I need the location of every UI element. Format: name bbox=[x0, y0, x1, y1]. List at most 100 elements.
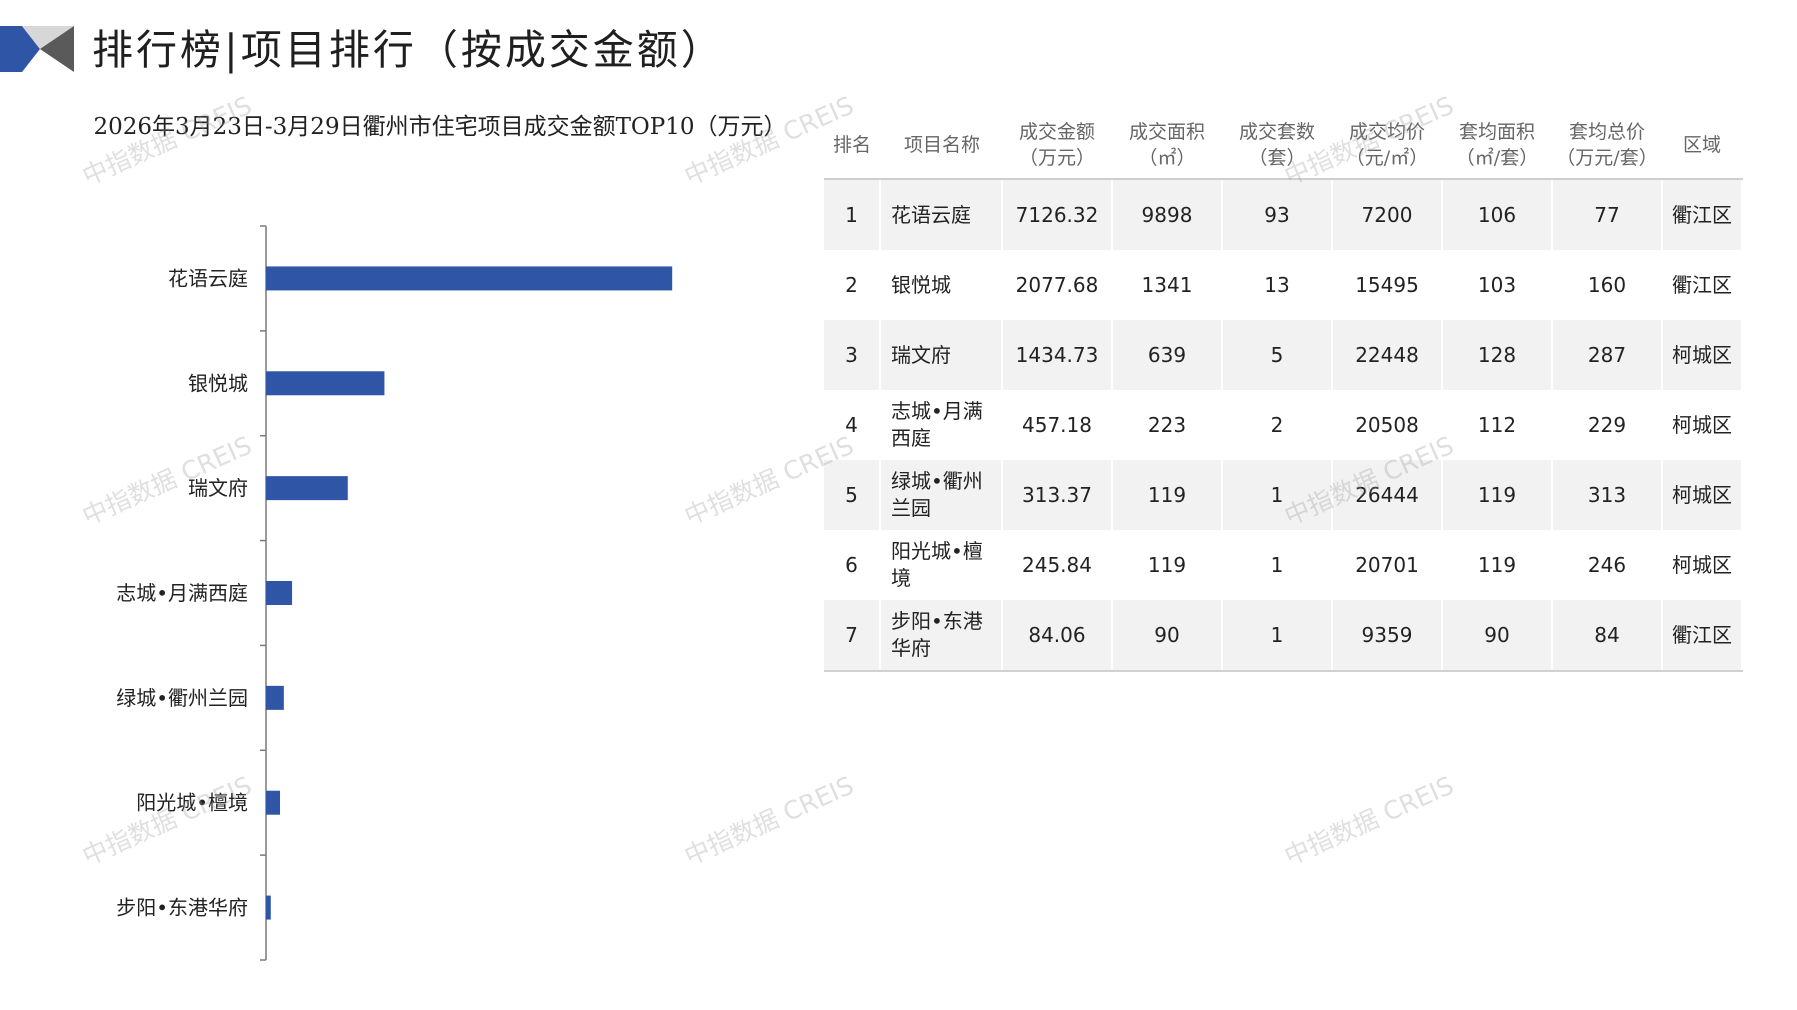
table-row: 1 花语云庭 7126.32 9898 93 7200 106 77 衢江区 bbox=[824, 179, 1743, 250]
column-header: 区域 bbox=[1662, 112, 1742, 180]
cell-area: 223 bbox=[1112, 390, 1223, 460]
column-header-line1: 成交均价 bbox=[1348, 121, 1425, 143]
cell-region: 衢江区 bbox=[1662, 179, 1743, 250]
category-label: 花语云庭 bbox=[168, 266, 248, 290]
column-header: 套均总价 （万元/套） bbox=[1552, 112, 1662, 180]
column-header-unit: （套） bbox=[1248, 147, 1306, 169]
cell-amount: 457.18 bbox=[1002, 390, 1113, 460]
cell-amount: 7126.32 bbox=[1002, 179, 1113, 250]
column-header-unit: （万元） bbox=[1018, 147, 1095, 169]
column-header-unit: （㎡） bbox=[1138, 147, 1196, 169]
bar-chart: 花语云庭银悦城瑞文府志城•月满西庭绿城•衢州兰园阳光城•檀境步阳•东港华府 bbox=[116, 225, 673, 961]
cell-avg-total: 160 bbox=[1552, 250, 1663, 320]
cell-avg-total: 229 bbox=[1552, 390, 1663, 460]
cell-units: 93 bbox=[1222, 179, 1333, 250]
category-label: 绿城•衢州兰园 bbox=[116, 686, 248, 710]
cell-region: 柯城区 bbox=[1662, 390, 1743, 460]
category-label: 步阳•东港华府 bbox=[116, 896, 248, 920]
column-header: 排名 bbox=[824, 112, 880, 180]
cell-avg-area: 103 bbox=[1442, 250, 1553, 320]
cell-avg-total: 313 bbox=[1552, 460, 1663, 530]
cell-avg-total: 84 bbox=[1552, 600, 1663, 672]
cell-rank: 7 bbox=[824, 600, 881, 672]
cell-name: 阳光城•檀境 bbox=[880, 530, 1003, 600]
cell-region: 柯城区 bbox=[1662, 320, 1743, 390]
cell-avg-area: 90 bbox=[1442, 600, 1553, 672]
cell-rank: 3 bbox=[824, 320, 881, 390]
cell-avg-area: 119 bbox=[1442, 530, 1553, 600]
cell-avg-total: 287 bbox=[1552, 320, 1663, 390]
table-row: 7 步阳•东港华府 84.06 90 1 9359 90 84 衢江区 bbox=[824, 600, 1743, 672]
column-header-line1: 区域 bbox=[1682, 134, 1721, 156]
cell-region: 衢江区 bbox=[1662, 250, 1743, 320]
cell-rank: 4 bbox=[824, 390, 881, 460]
cell-avg-area: 106 bbox=[1442, 179, 1553, 250]
cell-units: 1 bbox=[1222, 460, 1333, 530]
column-header: 项目名称 bbox=[880, 112, 1002, 180]
cell-avg-price: 20701 bbox=[1332, 530, 1443, 600]
cell-name: 步阳•东港华府 bbox=[880, 600, 1003, 672]
cell-amount: 84.06 bbox=[1002, 600, 1113, 672]
cell-avg-area: 119 bbox=[1442, 460, 1553, 530]
bar-3 bbox=[266, 476, 348, 501]
watermark-text: 中指数据 CREIS bbox=[1280, 770, 1458, 872]
cell-amount: 1434.73 bbox=[1002, 320, 1113, 390]
bar-2 bbox=[266, 371, 385, 396]
bar-5 bbox=[266, 685, 284, 710]
category-label: 阳光城•檀境 bbox=[136, 791, 248, 815]
cell-avg-price: 7200 bbox=[1332, 179, 1443, 250]
column-header: 成交金额 （万元） bbox=[1002, 112, 1112, 180]
cell-area: 9898 bbox=[1112, 179, 1223, 250]
column-header-unit: （万元/套） bbox=[1556, 147, 1658, 169]
cell-avg-total: 77 bbox=[1552, 179, 1663, 250]
cell-area: 119 bbox=[1112, 460, 1223, 530]
cell-region: 柯城区 bbox=[1662, 460, 1743, 530]
ranking-table: 排名 项目名称 成交金额 （万元） 成交面积 （㎡） 成交套数 （套） 成交均价 （元/㎡） 套均面… bbox=[824, 112, 1743, 672]
category-label: 瑞文府 bbox=[188, 476, 248, 500]
cell-amount: 2077.68 bbox=[1002, 250, 1113, 320]
bar-6 bbox=[266, 790, 281, 815]
cell-units: 13 bbox=[1222, 250, 1333, 320]
column-header-line1: 排名 bbox=[832, 134, 871, 156]
table-row: 3 瑞文府 1434.73 639 5 22448 128 287 柯城区 bbox=[824, 320, 1743, 390]
cell-name: 银悦城 bbox=[880, 250, 1003, 320]
table-row: 5 绿城•衢州兰园 313.37 119 1 26444 119 313 柯城区 bbox=[824, 460, 1743, 530]
cell-amount: 245.84 bbox=[1002, 530, 1113, 600]
cell-region: 柯城区 bbox=[1662, 530, 1743, 600]
table-row: 2 银悦城 2077.68 1341 13 15495 103 160 衢江区 bbox=[824, 250, 1743, 320]
cell-rank: 1 bbox=[824, 179, 881, 250]
column-header: 成交面积 （㎡） bbox=[1112, 112, 1222, 180]
cell-name: 绿城•衢州兰园 bbox=[880, 460, 1003, 530]
cell-avg-price: 9359 bbox=[1332, 600, 1443, 672]
cell-units: 1 bbox=[1222, 530, 1333, 600]
cell-area: 639 bbox=[1112, 320, 1223, 390]
cell-units: 5 bbox=[1222, 320, 1333, 390]
cell-amount: 313.37 bbox=[1002, 460, 1113, 530]
cell-name: 瑞文府 bbox=[880, 320, 1003, 390]
cell-region: 衢江区 bbox=[1662, 600, 1743, 672]
column-header-line1: 套均面积 bbox=[1458, 121, 1535, 143]
column-header: 套均面积 （㎡/套） bbox=[1442, 112, 1552, 180]
cell-avg-total: 246 bbox=[1552, 530, 1663, 600]
column-header-line1: 成交金额 bbox=[1018, 121, 1095, 143]
column-header: 成交套数 （套） bbox=[1222, 112, 1332, 180]
column-header-line1: 项目名称 bbox=[904, 134, 981, 156]
bar-4 bbox=[266, 581, 293, 605]
bar-1 bbox=[266, 266, 673, 291]
table-row: 6 阳光城•檀境 245.84 119 1 20701 119 246 柯城区 bbox=[824, 530, 1743, 600]
cell-avg-price: 26444 bbox=[1332, 460, 1443, 530]
cell-units: 1 bbox=[1222, 600, 1333, 672]
column-header-line1: 套均总价 bbox=[1568, 121, 1645, 143]
category-label: 志城•月满西庭 bbox=[116, 581, 248, 605]
column-header: 成交均价 （元/㎡） bbox=[1332, 112, 1442, 180]
table-header-row: 排名 项目名称 成交金额 （万元） 成交面积 （㎡） 成交套数 （套） 成交均价 （元/㎡） 套均面… bbox=[824, 112, 1742, 180]
cell-name: 志城•月满西庭 bbox=[880, 390, 1003, 460]
cell-rank: 2 bbox=[824, 250, 881, 320]
cell-area: 90 bbox=[1112, 600, 1223, 672]
column-header-line1: 成交面积 bbox=[1128, 121, 1205, 143]
column-header-unit: （㎡/套） bbox=[1455, 147, 1539, 169]
cell-rank: 5 bbox=[824, 460, 881, 530]
cell-area: 119 bbox=[1112, 530, 1223, 600]
column-header-line1: 成交套数 bbox=[1238, 121, 1315, 143]
cell-name: 花语云庭 bbox=[880, 179, 1003, 250]
